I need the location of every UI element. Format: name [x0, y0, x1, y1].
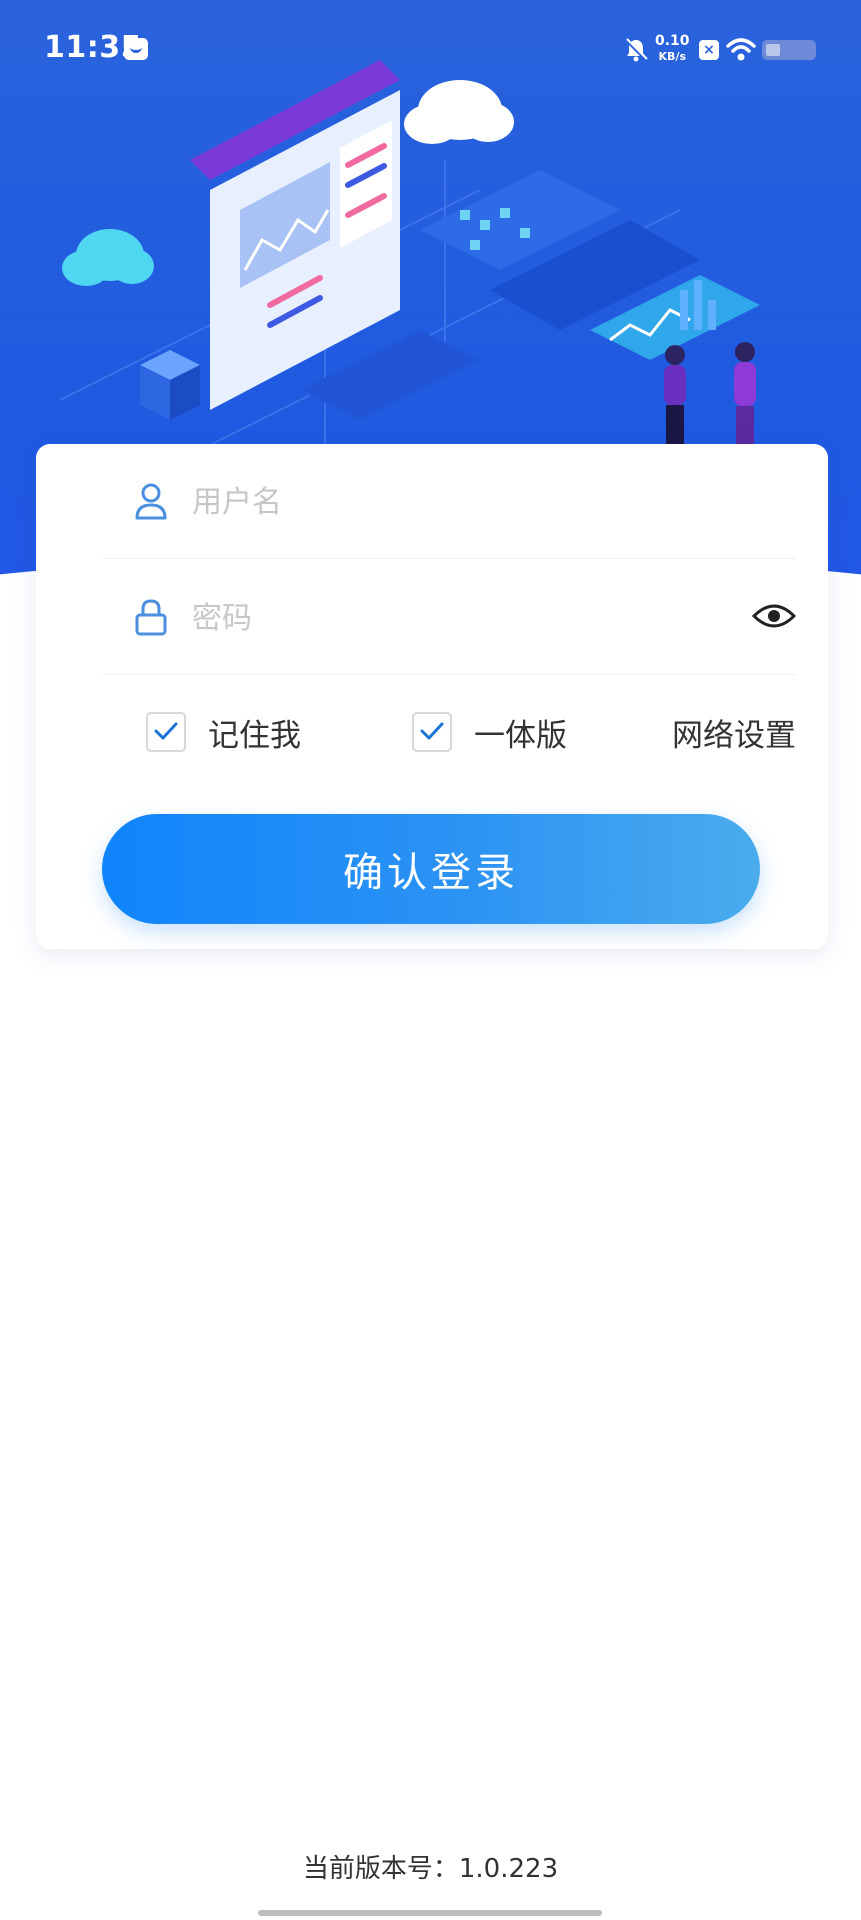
close-icon: ×: [699, 40, 719, 60]
wifi-icon: [726, 38, 756, 61]
password-field: [102, 560, 796, 675]
check-icon: [154, 722, 178, 740]
check-icon: [420, 722, 444, 740]
status-bar: 11:35 0.10 KB/s ×: [0, 0, 861, 100]
remember-me-checkbox[interactable]: [146, 712, 186, 752]
login-button[interactable]: 确认登录: [102, 814, 760, 924]
all-in-one-label[interactable]: 一体版: [474, 710, 567, 755]
eye-icon[interactable]: [752, 600, 796, 632]
lock-icon: [135, 599, 167, 636]
network-speed-unit: KB/s: [658, 50, 687, 63]
hero-illustration: [59, 60, 760, 451]
network-settings-link[interactable]: 网络设置: [672, 710, 796, 755]
home-indicator[interactable]: [258, 1910, 602, 1916]
user-icon: [135, 483, 167, 520]
remember-me-label[interactable]: 记住我: [208, 710, 301, 755]
bell-off-icon: [624, 38, 648, 62]
password-input[interactable]: [190, 588, 654, 648]
network-speed: 0.10 KB/s: [655, 34, 690, 64]
mail-icon: [124, 38, 148, 60]
username-input[interactable]: [190, 472, 654, 532]
login-options: 记住我 一体版 网络设置: [102, 702, 796, 762]
username-field: [102, 444, 796, 559]
login-card: 记住我 一体版 网络设置 确认登录: [36, 444, 828, 949]
version-text: 当前版本号：1.0.223: [302, 1854, 559, 1884]
battery-icon: [762, 40, 816, 60]
all-in-one-checkbox[interactable]: [412, 712, 452, 752]
network-speed-value: 0.10: [655, 33, 690, 49]
